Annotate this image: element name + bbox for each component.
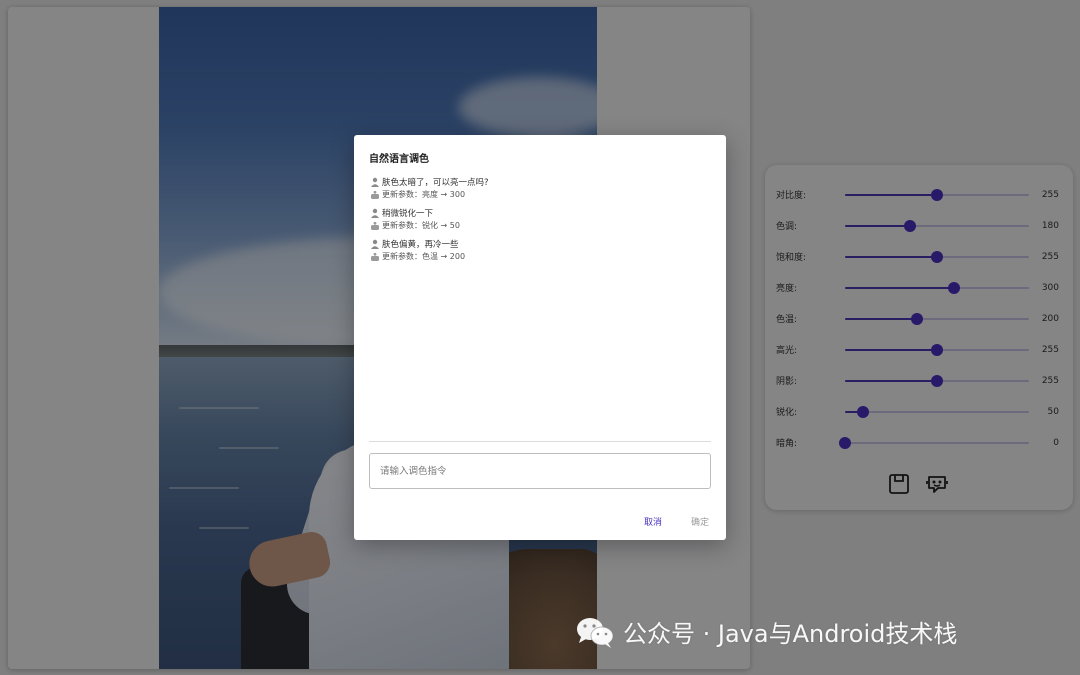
user-message-text: 肤色偏黄，再冷一些 — [382, 239, 459, 250]
chat-entry: 稍微锐化一下更新参数：锐化 → 50 — [369, 206, 709, 232]
bot-icon — [369, 251, 380, 262]
user-icon — [369, 238, 380, 249]
chat-entry: 肤色偏黄，再冷一些 更新参数：色温 → 200 — [369, 237, 709, 263]
user-message-text: 肤色太暗了，可以亮一点吗? — [382, 177, 489, 188]
user-message-text: 稍微锐化一下 — [382, 208, 434, 219]
wechat-icon — [577, 617, 614, 648]
bot-reply: 更新参数：亮度 → 300 — [369, 188, 709, 201]
watermark-text: 公众号 · Java与Android技术栈 — [623, 620, 958, 648]
command-input[interactable] — [369, 453, 711, 489]
bot-reply-text: 更新参数：亮度 → 300 — [382, 190, 466, 199]
color-grading-dialog: 自然语言调色 肤色太暗了，可以亮一点吗? 更新参数：亮度 → 300 稍微锐化一下更… — [354, 135, 726, 540]
bot-reply: 更新参数：锐化 → 50 — [369, 219, 709, 232]
user-message: 稍微锐化一下 — [369, 206, 709, 219]
bot-icon — [369, 189, 380, 200]
bot-reply-text: 更新参数：锐化 → 50 — [382, 221, 460, 230]
bot-reply: 更新参数：色温 → 200 — [369, 250, 709, 263]
user-message: 肤色偏黄，再冷一些 — [369, 237, 709, 250]
divider — [369, 441, 711, 442]
bot-reply-text: 更新参数：色温 → 200 — [382, 252, 466, 261]
user-icon — [369, 207, 380, 218]
watermark: 公众号 · Java与Android技术栈 — [575, 614, 957, 649]
chat-entry: 肤色太暗了，可以亮一点吗? 更新参数：亮度 → 300 — [369, 175, 709, 201]
confirm-button[interactable]: 确定 — [691, 515, 709, 528]
bot-icon — [369, 220, 380, 231]
dialog-title: 自然语言调色 — [369, 154, 429, 165]
chat-log: 肤色太暗了，可以亮一点吗? 更新参数：亮度 → 300 稍微锐化一下更新参数：锐化 … — [369, 175, 709, 268]
cancel-button[interactable]: 取消 — [644, 515, 662, 528]
user-message: 肤色太暗了，可以亮一点吗? — [369, 175, 709, 188]
user-icon — [369, 176, 380, 187]
